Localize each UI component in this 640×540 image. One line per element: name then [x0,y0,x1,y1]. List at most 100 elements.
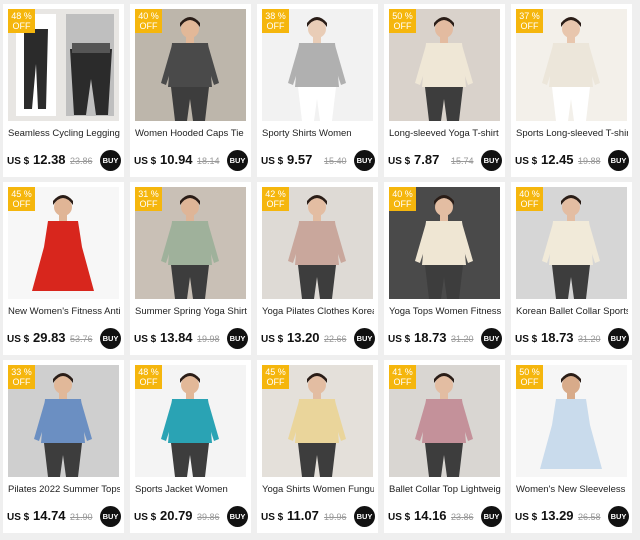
product-title[interactable]: Seamless Cycling Leggings [8,128,120,140]
currency-label: US $ [388,334,411,345]
product-card[interactable]: 40 % OFF Women Hooded Caps Tie US $10.94 18.… [130,4,251,177]
discount-percent: 31 % [138,189,159,199]
currency-label: US $ [515,512,538,523]
buy-button[interactable]: BUY [227,506,248,527]
original-price: 53.76 [70,334,93,344]
currency-label: US $ [388,156,411,167]
buy-button[interactable]: BUY [227,150,248,171]
discount-percent: 40 % [138,11,159,21]
sale-price: 7.87 [414,152,440,167]
product-title[interactable]: Long-sleeved Yoga T-shirt [389,128,501,140]
original-price: 15.74 [451,156,474,166]
original-price: 19.88 [578,156,601,166]
original-price: 39.86 [197,512,220,522]
product-card[interactable]: 40 % OFF Korean Ballet Collar Sports US $18… [511,182,632,355]
price-row: US $14.16 23.86 BUY [388,506,502,528]
buy-button[interactable]: BUY [354,150,375,171]
discount-badge: 40 % OFF [516,187,543,211]
discount-badge: 33 % OFF [8,365,35,389]
discount-off-label: OFF [266,199,285,209]
buy-button[interactable]: BUY [100,506,121,527]
discount-percent: 37 % [519,11,540,21]
sale-price: 13.20 [287,330,320,345]
price-row: US $18.73 31.20 BUY [388,328,502,350]
discount-percent: 45 % [265,367,286,377]
buy-button[interactable]: BUY [608,506,629,527]
discount-percent: 48 % [138,367,159,377]
discount-badge: 50 % OFF [516,365,543,389]
buy-button[interactable]: BUY [354,328,375,349]
sale-price: 10.94 [160,152,193,167]
product-title[interactable]: Yoga Tops Women Fitness - [389,306,501,318]
currency-label: US $ [261,156,284,167]
buy-button[interactable]: BUY [608,150,629,171]
buy-button[interactable]: BUY [354,506,375,527]
discount-badge: 42 % OFF [262,187,289,211]
product-title[interactable]: New Women's Fitness Anti [8,306,120,318]
product-card[interactable]: 41 % OFF Ballet Collar Top Lightweight US $… [384,360,505,533]
discount-off-label: OFF [266,21,285,31]
currency-label: US $ [7,512,30,523]
currency-label: US $ [134,334,157,345]
discount-percent: 40 % [519,189,540,199]
original-price: 19.96 [324,512,347,522]
buy-button[interactable]: BUY [481,150,502,171]
product-card[interactable]: 33 % OFF Pilates 2022 Summer Tops US $14.74… [3,360,124,533]
product-card[interactable]: 31 % OFF Summer Spring Yoga Shirts US $13.8… [130,182,251,355]
buy-button[interactable]: BUY [481,328,502,349]
original-price: 15.40 [324,156,347,166]
product-title[interactable]: Women's New Sleeveless [516,484,628,496]
product-title[interactable]: Sporty Shirts Women [262,128,374,140]
discount-off-label: OFF [393,377,412,387]
product-card[interactable]: 45 % OFF Yoga Shirts Women Fungus US $11.07… [257,360,378,533]
product-title[interactable]: Sports Jacket Women [135,484,247,496]
currency-label: US $ [7,156,30,167]
discount-off-label: OFF [139,21,158,31]
buy-button[interactable]: BUY [608,328,629,349]
discount-off-label: OFF [520,199,539,209]
product-title[interactable]: Women Hooded Caps Tie [135,128,247,140]
discount-percent: 38 % [265,11,286,21]
original-price: 22.66 [324,334,347,344]
product-card[interactable]: 38 % OFF Sporty Shirts Women US $9.57 15.40 B… [257,4,378,177]
product-title[interactable]: Pilates 2022 Summer Tops [8,484,120,496]
discount-percent: 40 % [392,189,413,199]
product-card[interactable]: 40 % OFF Yoga Tops Women Fitness - US $18.7… [384,182,505,355]
sale-price: 12.45 [541,152,574,167]
currency-label: US $ [261,334,284,345]
product-grid: 48 % OFF Seamless Cycling Leggings US $12.3… [0,0,640,540]
discount-off-label: OFF [139,377,158,387]
product-card[interactable]: 50 % OFF Women's New Sleeveless US $13.29 26… [511,360,632,533]
discount-percent: 33 % [11,367,32,377]
original-price: 31.20 [451,334,474,344]
buy-button[interactable]: BUY [100,150,121,171]
discount-off-label: OFF [266,377,285,387]
product-card[interactable]: 37 % OFF Sports Long-sleeved T-shirt US $12… [511,4,632,177]
price-row: US $11.07 19.96 BUY [261,506,375,528]
price-row: US $20.79 39.86 BUY [134,506,248,528]
original-price: 18.14 [197,156,220,166]
product-title[interactable]: Summer Spring Yoga Shirts [135,306,247,318]
buy-button[interactable]: BUY [227,328,248,349]
original-price: 31.20 [578,334,601,344]
product-card[interactable]: 50 % OFF Long-sleeved Yoga T-shirt US $7.87… [384,4,505,177]
price-row: US $12.45 19.88 BUY [515,150,629,172]
product-title[interactable]: Yoga Pilates Clothes Korean [262,306,374,318]
product-title[interactable]: Yoga Shirts Women Fungus [262,484,374,496]
discount-percent: 42 % [265,189,286,199]
buy-button[interactable]: BUY [100,328,121,349]
product-card[interactable]: 42 % OFF Yoga Pilates Clothes Korean US $13… [257,182,378,355]
product-card[interactable]: 45 % OFF New Women's Fitness Anti US $29.83… [3,182,124,355]
product-card[interactable]: 48 % OFF Seamless Cycling Leggings US $12.3… [3,4,124,177]
sale-price: 14.16 [414,508,447,523]
product-card[interactable]: 48 % OFF Sports Jacket Women US $20.79 39.86… [130,360,251,533]
product-title[interactable]: Korean Ballet Collar Sports [516,306,628,318]
discount-off-label: OFF [12,377,31,387]
discount-off-label: OFF [393,199,412,209]
discount-percent: 41 % [392,367,413,377]
product-title[interactable]: Ballet Collar Top Lightweight [389,484,501,496]
product-title[interactable]: Sports Long-sleeved T-shirt [516,128,628,140]
discount-badge: 45 % OFF [262,365,289,389]
price-row: US $12.38 23.86 BUY [7,150,121,172]
buy-button[interactable]: BUY [481,506,502,527]
